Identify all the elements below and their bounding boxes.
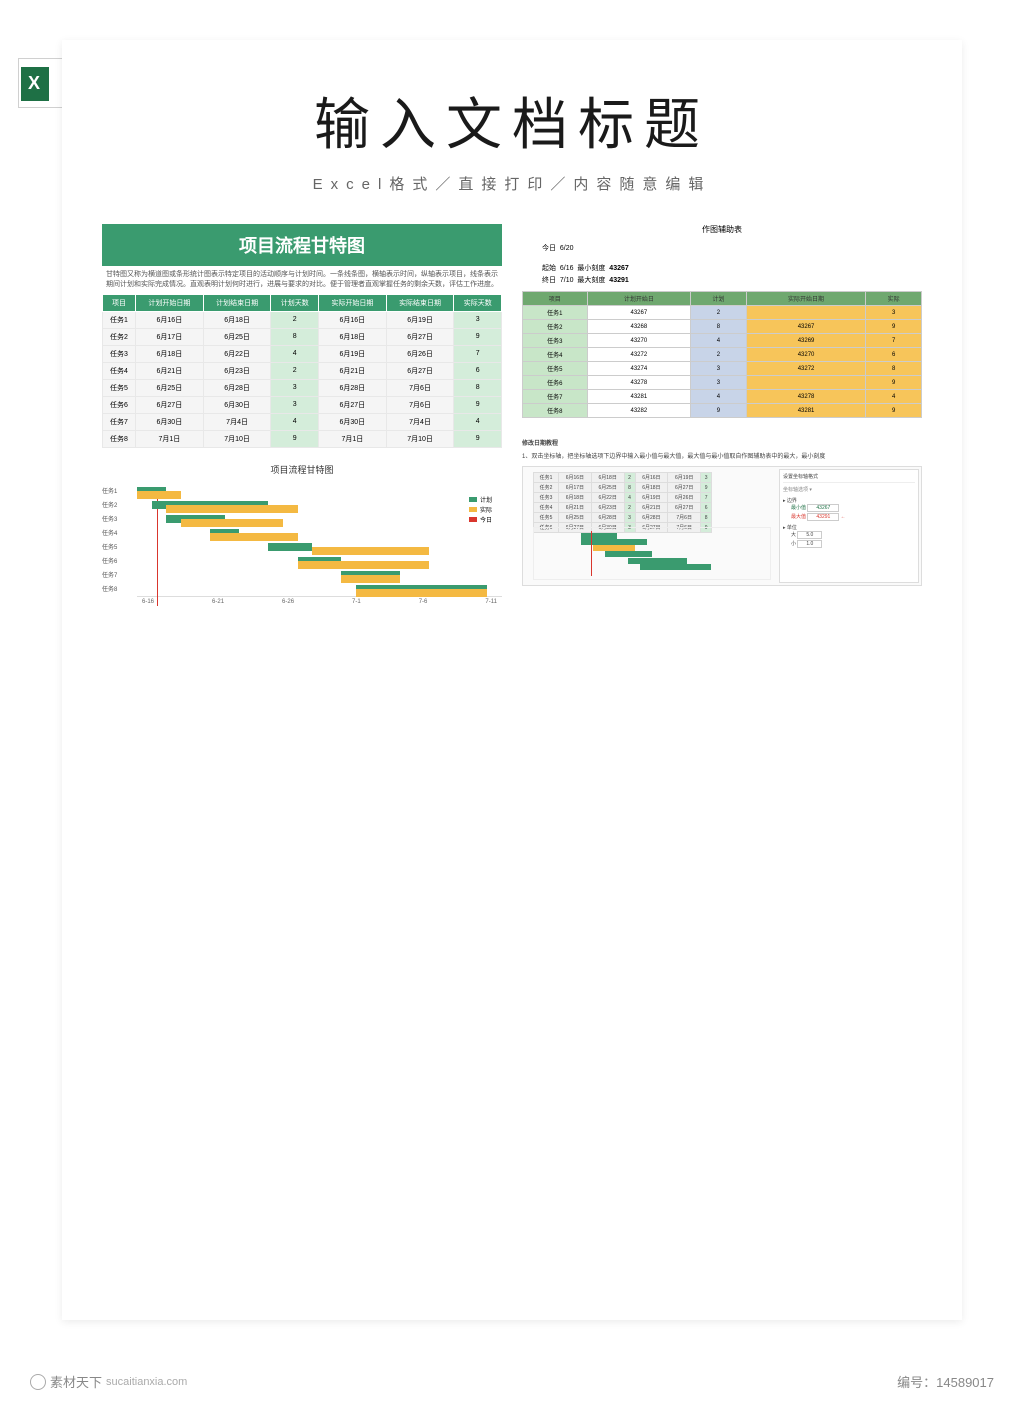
- excel-icon: [18, 58, 68, 108]
- gantt-title: 项目流程甘特图: [102, 224, 502, 266]
- id-value: 14589017: [936, 1375, 994, 1390]
- left-column: 项目流程甘特图 甘特图又称为横道图或条形统计图表示特定项目的活动顺序与计划时间。…: [102, 224, 502, 624]
- aux-max-value: 43291: [609, 277, 628, 284]
- document-title: 输入文档标题: [102, 80, 922, 161]
- aux-min-label: 最小刻度: [577, 265, 605, 272]
- id-label: 编号：: [897, 1375, 936, 1390]
- page-footer: 素材天下 sucaitianxia.com 编号：14589017: [0, 1372, 1024, 1391]
- instructions-text: 1、双击坐标轴，把坐标轴选项下边界中输入最小值与最大值，最大值与最小值取自作图辅…: [522, 451, 922, 460]
- aux-today-label: 今日: [542, 245, 556, 252]
- aux-start-label: 起始: [542, 265, 556, 272]
- brand-name: 素材天下: [50, 1372, 102, 1391]
- instructions-heading: 修改日期教程: [522, 438, 922, 447]
- aux-min-value: 43267: [609, 265, 628, 272]
- gantt-description: 甘特图又称为横道图或条形统计图表示特定项目的活动顺序与计划时间。一条线条图，横轴…: [102, 266, 502, 294]
- small-chart-preview: [533, 527, 771, 580]
- gantt-chart: 计划 实际 今日 任务1任务2任务3任务4任务5任务6任务7任务8 6-166-…: [102, 484, 502, 624]
- instruction-screenshot: 任务16月16日6月18日26月16日6月19日3任务26月17日6月25日86…: [522, 466, 922, 586]
- brand-logo-icon: [30, 1374, 46, 1390]
- axis-options-panel: 设置坐标轴格式 坐标轴选项 ▾ ▸ 边界 最小值 43267 最大值 43291…: [779, 469, 919, 583]
- document-subtitle: Excel格式／直接打印／内容随意编辑: [102, 173, 922, 194]
- aux-end-label: 终日: [542, 277, 556, 284]
- content-area: 项目流程甘特图 甘特图又称为横道图或条形统计图表示特定项目的活动顺序与计划时间。…: [102, 224, 922, 624]
- aux-start-date: 6/16: [560, 265, 574, 272]
- document-page: 输入文档标题 Excel格式／直接打印／内容随意编辑 项目流程甘特图 甘特图又称…: [62, 40, 962, 1320]
- site-brand: 素材天下 sucaitianxia.com: [30, 1372, 187, 1391]
- instructions-section: 修改日期教程 1、双击坐标轴，把坐标轴选项下边界中输入最小值与最大值，最大值与最…: [522, 438, 922, 586]
- aux-end-date: 7/10: [560, 277, 574, 284]
- small-instruction-table: 任务16月16日6月18日26月16日6月19日3任务26月17日6月25日86…: [533, 472, 712, 533]
- gantt-x-axis: 6-166-216-267-17-67-11: [137, 596, 502, 605]
- gantt-chart-title: 项目流程甘特图: [102, 463, 502, 476]
- aux-max-label: 最大刻度: [577, 277, 605, 284]
- document-id: 编号：14589017: [897, 1372, 994, 1391]
- gantt-data-table: 项目计划开始日期计划结束日期计划天数实际开始日期实际结束日期实际天数 任务16月…: [102, 294, 502, 448]
- aux-table-title: 作图辅助表: [522, 224, 922, 235]
- aux-today-value: 6/20: [560, 245, 574, 252]
- brand-domain: sucaitianxia.com: [106, 1376, 187, 1388]
- right-column: 作图辅助表 今日 6/20 起始 6/16 最小刻度 43267 终日 7/10…: [522, 224, 922, 624]
- aux-data-table: 项目计划开始日计划实际开始日期实际 任务14326723任务2432688432…: [522, 291, 922, 418]
